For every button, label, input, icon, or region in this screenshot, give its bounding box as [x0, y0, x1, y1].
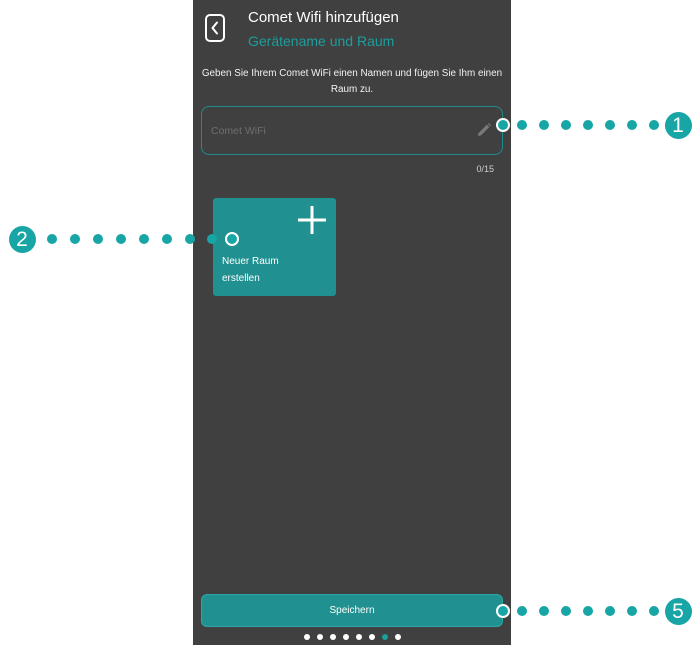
page-title: Comet Wifi hinzufügen: [248, 9, 399, 26]
callout-2-dot: [185, 234, 195, 244]
page-dot: [343, 634, 349, 640]
callout-5-dot: [627, 606, 637, 616]
callout-5-dot: [561, 606, 571, 616]
callout-2-dot: [47, 234, 57, 244]
callout-5-dot: [605, 606, 615, 616]
instruction-text: Geben Sie Ihrem Comet WiFi einen Namen u…: [201, 68, 503, 95]
annotation-number-5: 5: [664, 597, 692, 625]
callout-1-dot: [649, 120, 659, 130]
callout-1-dot: [539, 120, 549, 130]
callout-2-dot: [162, 234, 172, 244]
callout-2-dot: [93, 234, 103, 244]
callout-5-dot: [517, 606, 527, 616]
save-button[interactable]: Speichern: [201, 594, 503, 627]
page-dot: [317, 634, 323, 640]
callout-2-dot: [70, 234, 80, 244]
callout-5-dot: [539, 606, 549, 616]
back-button[interactable]: [205, 14, 225, 42]
save-button-label: Speichern: [329, 605, 375, 616]
callout-1-dot: [583, 120, 593, 130]
pencil-icon[interactable]: [476, 122, 492, 138]
char-counter: 0/15: [476, 164, 494, 174]
page-dot: [369, 634, 375, 640]
callout-1-dot: [561, 120, 571, 130]
app-screen: Comet Wifi hinzufügen Gerätename und Rau…: [193, 0, 511, 645]
callout-2-dot: [207, 234, 217, 244]
annotation-number-2: 2: [8, 225, 36, 253]
device-name-field[interactable]: [201, 106, 503, 155]
new-room-label: Neuer Raum erstellen: [222, 256, 279, 284]
callout-5-anchor-dot: [496, 604, 510, 618]
page-dot: [356, 634, 362, 640]
page-subtitle: Gerätename und Raum: [248, 33, 395, 49]
callout-1-anchor-dot: [496, 118, 510, 132]
callout-5-dot: [649, 606, 659, 616]
callout-1-dot: [627, 120, 637, 130]
page-dot: [304, 634, 310, 640]
callout-1-dot: [605, 120, 615, 130]
page-dot: [330, 634, 336, 640]
new-room-tile[interactable]: Neuer Raum erstellen: [213, 198, 336, 296]
callout-2-dot: [139, 234, 149, 244]
plus-icon: [298, 206, 326, 234]
page-dot: [395, 634, 401, 640]
callout-2-dot: [116, 234, 126, 244]
page-dot-active: [382, 634, 388, 640]
chevron-left-icon: [211, 21, 218, 35]
callout-2-anchor-dot: [225, 232, 239, 246]
annotation-number-1: 1: [664, 111, 692, 139]
device-name-input[interactable]: [211, 107, 461, 154]
callout-1-dot: [517, 120, 527, 130]
callout-5-dot: [583, 606, 593, 616]
page-indicator: [304, 634, 401, 640]
